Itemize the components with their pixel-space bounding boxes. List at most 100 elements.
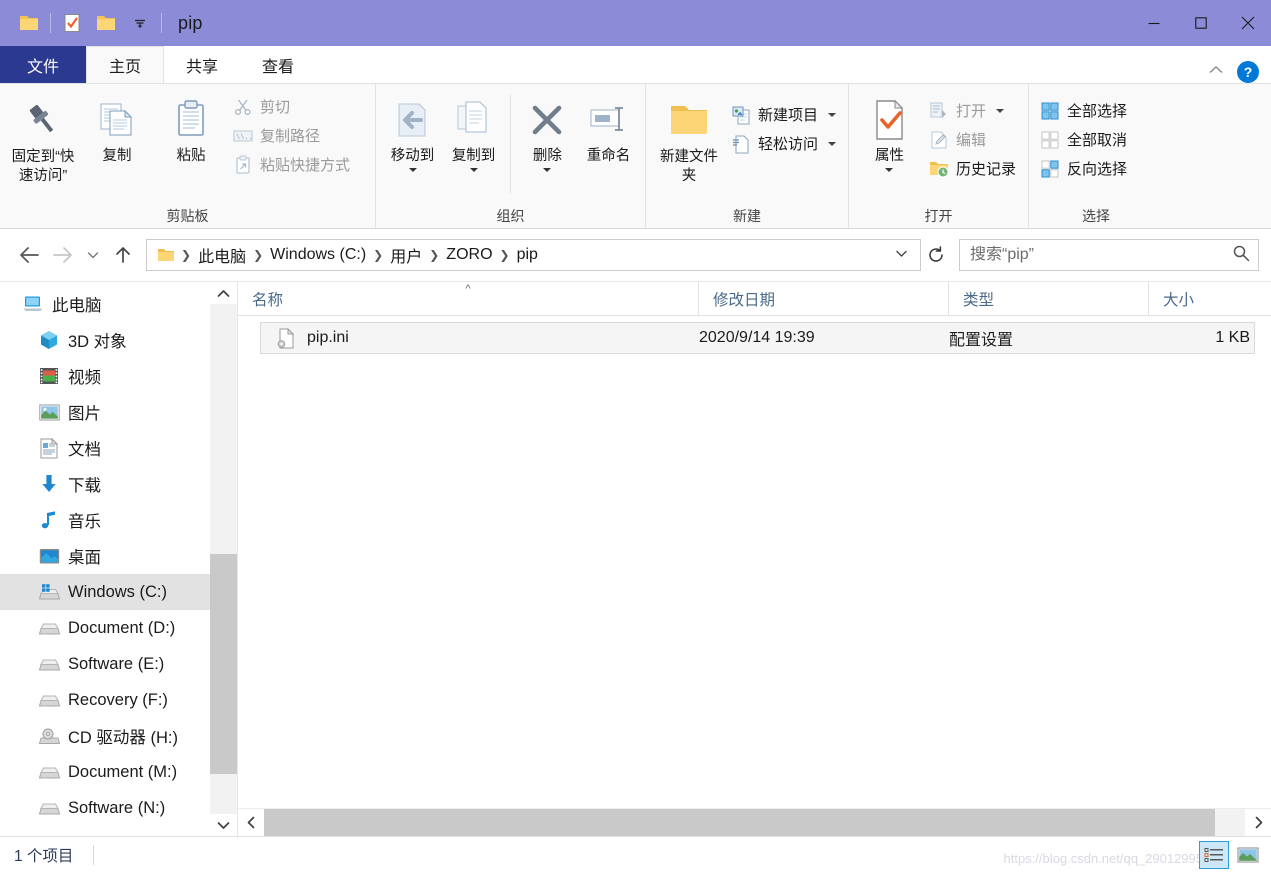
sidebar-item-documents[interactable]: 文档: [0, 430, 237, 466]
open-caret-icon[interactable]: [996, 108, 1004, 113]
sidebar-item-recovery-f[interactable]: Recovery (F:): [0, 682, 237, 718]
sidebar-item-desktop[interactable]: 桌面: [0, 538, 237, 574]
tab-share[interactable]: 共享: [164, 46, 240, 83]
qat-properties-icon[interactable]: [55, 6, 89, 40]
scroll-right-arrow[interactable]: [1245, 809, 1271, 837]
refresh-button[interactable]: [921, 239, 951, 271]
copy-to-caret-icon[interactable]: [469, 168, 478, 172]
navigation-scroll-track[interactable]: [210, 304, 237, 814]
customize-quick-access-icon[interactable]: [123, 6, 157, 40]
navigation-scroll-thumb[interactable]: [210, 554, 237, 774]
breadcrumb-sep-3[interactable]: ❯: [427, 248, 441, 262]
system-menu-folder-icon[interactable]: [12, 6, 46, 40]
new-item-button[interactable]: 新建项目: [726, 100, 842, 129]
pin-to-quick-access-button[interactable]: 固定到“快速访问”: [6, 90, 80, 190]
sidebar-item-document-m[interactable]: Document (M:): [0, 754, 237, 790]
navigation-pane-scrollbar[interactable]: [210, 282, 237, 836]
pictures-icon: [38, 401, 60, 423]
column-header-name[interactable]: ^ 名称: [238, 282, 698, 315]
breadcrumb-sep-2[interactable]: ❯: [371, 248, 385, 262]
horizontal-scroll-track[interactable]: [264, 808, 1245, 837]
up-button[interactable]: [106, 238, 140, 272]
new-folder-icon: [667, 94, 711, 146]
back-button[interactable]: [12, 238, 46, 272]
details-view-button[interactable]: [1199, 841, 1229, 869]
breadcrumb-sep-1[interactable]: ❯: [251, 248, 265, 262]
edit-button[interactable]: 编辑: [924, 125, 1022, 154]
status-divider: [93, 844, 95, 865]
search-input[interactable]: [970, 246, 1232, 264]
rename-button[interactable]: 重命名: [578, 90, 639, 169]
column-header-size[interactable]: 大小: [1148, 282, 1271, 315]
select-all-button[interactable]: 全部选择: [1035, 96, 1133, 125]
new-item-caret-icon[interactable]: [828, 112, 836, 117]
paste-shortcut-button[interactable]: 粘贴快捷方式: [228, 150, 356, 179]
file-name-label: pip.ini: [307, 329, 349, 346]
file-list[interactable]: pip.ini 2020/9/14 19:39 配置设置 1 KB: [238, 316, 1271, 808]
easy-access-caret-icon[interactable]: [828, 141, 836, 146]
thumbnails-view-button[interactable]: [1233, 841, 1263, 869]
minimize-button[interactable]: [1130, 0, 1177, 46]
new-folder-button[interactable]: 新建文件夹: [652, 90, 726, 190]
file-size-cell: 1 KB: [1215, 329, 1250, 346]
scroll-left-arrow[interactable]: [238, 809, 264, 837]
sidebar-item-pictures[interactable]: 图片: [0, 394, 237, 430]
open-button[interactable]: 打开: [924, 96, 1022, 125]
sidebar-item-document-d[interactable]: Document (D:): [0, 610, 237, 646]
select-none-button[interactable]: 全部取消: [1035, 125, 1133, 154]
horizontal-scroll-thumb[interactable]: [264, 808, 1215, 837]
copy-to-button[interactable]: 复制到: [443, 90, 504, 176]
tab-file[interactable]: 文件: [0, 46, 86, 83]
sidebar-item-this-pc[interactable]: 此电脑: [0, 286, 237, 322]
search-icon[interactable]: [1232, 244, 1250, 267]
sidebar-item-downloads[interactable]: 下载: [0, 466, 237, 502]
sidebar-item-label: Document (D:): [68, 618, 176, 637]
maximize-button[interactable]: [1177, 0, 1224, 46]
sidebar-item-software-n[interactable]: Software (N:): [0, 790, 237, 826]
invert-selection-button[interactable]: 反向选择: [1035, 154, 1133, 183]
tab-view[interactable]: 查看: [240, 46, 316, 83]
column-header-date-modified[interactable]: 修改日期: [698, 282, 948, 315]
breadcrumb[interactable]: ❯ 此电脑 ❯ Windows (C:) ❯ 用户 ❯ ZORO ❯ pip: [146, 239, 921, 271]
properties-caret-icon[interactable]: [885, 168, 894, 172]
properties-button[interactable]: 属性: [855, 90, 924, 176]
breadcrumb-item-3[interactable]: ZORO: [441, 246, 497, 264]
close-button[interactable]: [1224, 0, 1271, 46]
sidebar-item-videos[interactable]: 视频: [0, 358, 237, 394]
delete-button[interactable]: 删除: [517, 90, 578, 176]
sidebar-item-software-e[interactable]: Software (E:): [0, 646, 237, 682]
sidebar-item-music[interactable]: 音乐: [0, 502, 237, 538]
easy-access-button[interactable]: 轻松访问: [726, 129, 842, 158]
delete-caret-icon[interactable]: [543, 168, 552, 172]
recent-locations-button[interactable]: [80, 238, 106, 272]
file-list-horizontal-scrollbar[interactable]: [238, 808, 1271, 837]
breadcrumb-item-1[interactable]: Windows (C:): [265, 246, 371, 264]
copy-path-button[interactable]: \\.. 复制路径: [228, 121, 356, 150]
scroll-down-arrow[interactable]: [210, 814, 237, 836]
search-box[interactable]: [959, 239, 1259, 271]
copy-button[interactable]: 复制: [80, 90, 154, 169]
breadcrumb-folder-icon[interactable]: [153, 247, 179, 263]
qat-new-folder-icon[interactable]: [89, 6, 123, 40]
sidebar-item-windows-c[interactable]: Windows (C:): [0, 574, 237, 610]
breadcrumb-item-0[interactable]: 此电脑: [193, 243, 251, 267]
forward-button[interactable]: [46, 238, 80, 272]
cut-button[interactable]: 剪切: [228, 92, 356, 121]
paste-button[interactable]: 粘贴: [154, 90, 228, 169]
scroll-up-arrow[interactable]: [210, 282, 237, 304]
tab-home[interactable]: 主页: [86, 46, 165, 83]
help-button[interactable]: ?: [1237, 61, 1259, 83]
breadcrumb-sep-4[interactable]: ❯: [498, 248, 512, 262]
breadcrumb-item-4[interactable]: pip: [512, 246, 543, 264]
breadcrumb-item-2[interactable]: 用户: [385, 243, 427, 267]
history-button[interactable]: 历史记录: [924, 154, 1022, 183]
chevron-up-icon[interactable]: [1207, 63, 1225, 81]
column-header-type[interactable]: 类型: [948, 282, 1148, 315]
clipboard-group-label: 剪贴板: [166, 208, 209, 224]
sidebar-item-cd-drive-h[interactable]: CD 驱动器 (H:): [0, 718, 237, 754]
table-row[interactable]: pip.ini 2020/9/14 19:39 配置设置 1 KB: [260, 322, 1255, 354]
chevron-down-icon[interactable]: [887, 247, 916, 263]
sidebar-item-3d-objects[interactable]: 3D 对象: [0, 322, 237, 358]
move-to-caret-icon[interactable]: [408, 168, 417, 172]
move-to-button[interactable]: 移动到: [382, 90, 443, 176]
